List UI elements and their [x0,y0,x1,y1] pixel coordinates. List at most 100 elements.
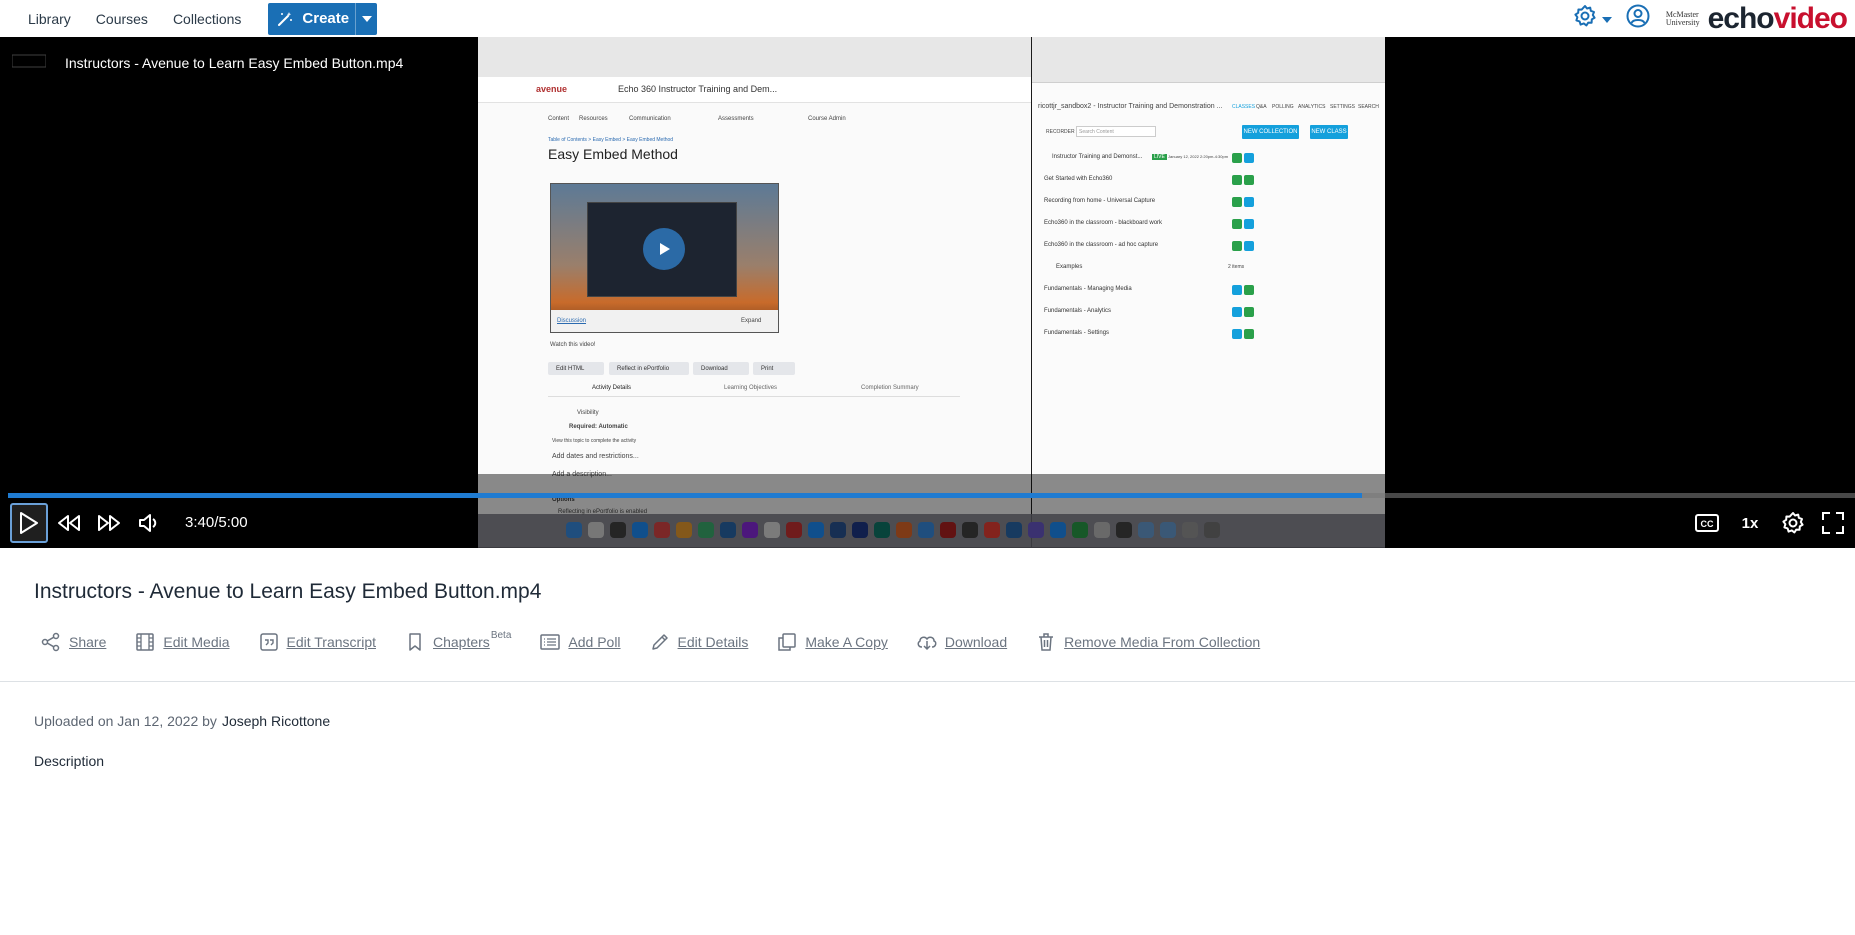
playback-speed-button[interactable]: 1x [1734,503,1766,543]
status-icon [1244,307,1254,317]
embed-footer: Discussion Expand [551,310,778,332]
lms-menu-item: Content [548,116,570,122]
volume-button[interactable] [135,503,165,543]
nav-right: McMaster University echovideo [1573,0,1855,37]
lms-menu-item: Course Admin [808,116,846,122]
watermark-logo [11,51,47,71]
edit-transcript-button[interactable]: Edit Transcript [258,631,376,653]
chevron-down-icon[interactable] [355,2,377,35]
copy-icon [776,631,798,653]
nav-collections[interactable]: Collections [173,11,241,27]
section-divider [0,681,1855,682]
lms-breadcrumb: Table of Contents > Easy Embed > Easy Em… [548,137,674,143]
status-icon [1232,197,1242,207]
beta-badge: Beta [490,629,512,641]
download-label: Download [944,634,1008,650]
media-actions: Share Edit Media Edit Transcript Chapter… [40,630,1288,654]
browser-chrome [1032,37,1385,83]
echo-class-name: Fundamentals - Settings [1044,330,1110,336]
echo-new-class: NEW CLASS [1310,125,1348,139]
film-icon [134,631,156,653]
play-button[interactable] [10,503,48,543]
echo-class-name: Examples [1056,264,1083,270]
fullscreen-button[interactable] [1818,503,1848,543]
echo-tab: CLASSES [1232,104,1256,110]
echo-class-name: Echo360 in the classroom - ad hoc captur… [1044,242,1159,248]
watch-text: Watch this video! [550,342,596,348]
lms-course-name: Echo 360 Instructor Training and Dem... [618,84,778,94]
download-button[interactable]: Download [916,631,1007,653]
rewind-icon [58,515,80,531]
live-badge: LIVE [1152,154,1167,160]
visibility-label: Visibility [577,410,599,416]
remove-media-button[interactable]: Remove Media From Collection [1035,631,1260,653]
echovideo-logo[interactable]: echovideo [1708,1,1848,36]
user-account-icon[interactable] [1626,4,1650,33]
echo-class-row: Examples 2 items [1044,262,1380,276]
echo-class-row: Fundamentals - Managing Media [1044,284,1380,298]
echo-class-row: Echo360 in the classroom - blackboard wo… [1044,218,1380,232]
settings-menu[interactable] [1573,4,1612,33]
share-icon [40,631,62,653]
screen-echo-window: ricottjr_sandbox2 - Instructor Training … [1032,37,1385,547]
captions-button[interactable]: CC [1692,503,1722,543]
make-copy-button[interactable]: Make A Copy [776,631,888,653]
player-settings-button[interactable] [1778,503,1808,543]
cloud-download-icon [916,631,938,653]
expand-label: Expand [741,318,762,324]
echo-class-row: Get Started with Echo360 [1044,174,1380,188]
add-icon [1244,153,1254,163]
chapters-button[interactable]: Chapters Beta [404,629,512,653]
progress-fill [8,493,1363,498]
edit-media-button[interactable]: Edit Media [134,631,230,653]
university-name-line2: University [1665,17,1700,27]
nav-courses[interactable]: Courses [96,11,148,27]
bookmark-icon [404,631,426,653]
lms-page-heading: Easy Embed Method [548,146,678,162]
echo-course-header: ricottjr_sandbox2 - Instructor Training … [1038,103,1223,110]
university-logo: McMaster University [1665,10,1700,27]
description-label: Description [34,753,105,769]
fullscreen-icon [1822,512,1844,534]
edit-transcript-label: Edit Transcript [286,634,376,650]
echo-class-name: Echo360 in the classroom - blackboard wo… [1044,220,1163,226]
trash-icon [1035,631,1057,653]
top-nav: Library Courses Collections Create McMas… [0,0,1855,37]
pencil-icon [649,631,671,653]
echo-class-row: Instructor Training and Demonst... LIVE … [1044,152,1380,166]
poll-list-icon [539,631,561,653]
echo-class-row: Fundamentals - Analytics [1044,306,1380,320]
closed-captions-icon: CC [1695,514,1719,532]
play-icon [20,512,38,534]
video-player[interactable]: avenue Echo 360 Instructor Training and … [0,37,1855,548]
fast-forward-button[interactable] [94,503,124,543]
add-poll-button[interactable]: Add Poll [539,631,621,653]
time-display: 3:40/5:00 [185,514,248,531]
lms-menu-item: Resources [579,116,608,122]
nav-library[interactable]: Library [28,11,71,27]
rewind-button[interactable] [54,503,84,543]
status-icon [1232,241,1242,251]
add-icon [1244,219,1254,229]
lms-reflect: Reflect in ePortfolio [609,362,689,375]
share-button[interactable]: Share [40,631,106,653]
echo-class-name: Get Started with Echo360 [1044,176,1113,182]
echo-tab: SETTINGS [1330,104,1356,110]
lms-header: avenue Echo 360 Instructor Training and … [478,77,1031,103]
edit-details-button[interactable]: Edit Details [649,631,748,653]
echo-class-name: Fundamentals - Managing Media [1044,286,1132,292]
brand-video: video [1773,1,1848,35]
share-label: Share [69,634,107,650]
chapters-label: Chapters [433,634,490,650]
remove-media-label: Remove Media From Collection [1064,634,1261,650]
status-icon [1232,175,1242,185]
status-icon [1244,175,1254,185]
create-button[interactable]: Create [268,2,378,35]
progress-bar[interactable] [8,493,1855,498]
volume-icon [139,514,157,532]
echo-recorder: RECORDER [1046,129,1075,135]
lms-menu-item: Assessments [718,116,754,122]
control-overlay-shade [478,474,1385,548]
status-icon [1244,329,1254,339]
magic-wand-icon [268,11,302,27]
